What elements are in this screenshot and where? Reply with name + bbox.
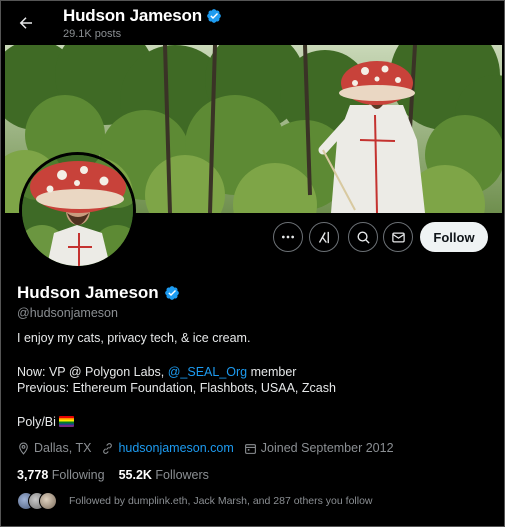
following-link[interactable]: 3,778 Following: [17, 468, 105, 482]
search-button[interactable]: [348, 222, 378, 252]
seal-org-mention-link[interactable]: @_SEAL_Org: [168, 365, 247, 379]
more-button[interactable]: [273, 222, 303, 252]
profile-page: Hudson Jameson 29.1K posts Follow Hudson…: [0, 0, 505, 527]
rainbow-flag-icon: [58, 416, 74, 427]
follow-stats: 3,778 Following 55.2K Followers: [17, 468, 209, 482]
search-icon: [357, 231, 370, 244]
location-text: Dallas, TX: [34, 441, 92, 455]
followed-by-text: Followed by dumplink.eth, Jack Marsh, an…: [69, 495, 373, 507]
message-button[interactable]: [383, 222, 413, 252]
follow-button[interactable]: Follow: [420, 222, 488, 252]
bio-line: Previous: Ethereum Foundation, Flashbots…: [17, 381, 336, 395]
back-button[interactable]: [13, 10, 39, 36]
back-arrow-icon: [19, 17, 32, 29]
avatar[interactable]: [19, 152, 136, 269]
website-link[interactable]: hudsonjameson.com: [118, 441, 233, 455]
more-icon: [282, 235, 294, 239]
join-date: Joined September 2012: [244, 441, 394, 455]
profile-display-name: Hudson Jameson: [17, 283, 159, 302]
header-display-name: Hudson Jameson: [63, 6, 202, 25]
verified-badge-icon[interactable]: [164, 285, 180, 301]
following-label: Following: [51, 468, 105, 482]
verified-badge-icon: [207, 9, 221, 23]
location-icon: [19, 442, 28, 455]
profile-name: Hudson Jameson: [17, 283, 180, 303]
header-title: Hudson Jameson: [63, 6, 222, 26]
profile-handle: @hudsonjameson: [17, 306, 118, 320]
top-bar: Hudson Jameson 29.1K posts: [1, 1, 504, 45]
grok-button[interactable]: [309, 222, 339, 252]
grok-icon: [318, 231, 329, 243]
follower-avatars: [17, 492, 57, 510]
followers-link[interactable]: 55.2K Followers: [119, 468, 209, 482]
followers-label: Followers: [155, 468, 209, 482]
website: hudsonjameson.com: [101, 441, 234, 455]
bio-text: member: [247, 365, 297, 379]
bio-text: Poly/Bi: [17, 415, 56, 429]
bio-text: Now: VP @ Polygon Labs,: [17, 365, 168, 379]
followers-count: 55.2K: [118, 468, 152, 482]
bio-line: Now: VP @ Polygon Labs, @_SEAL_Org membe…: [17, 365, 296, 379]
bio-line: I enjoy my cats, privacy tech, & ice cre…: [17, 331, 251, 345]
followed-by[interactable]: Followed by dumplink.eth, Jack Marsh, an…: [17, 492, 373, 510]
avatar: [39, 492, 57, 510]
calendar-icon: [244, 443, 256, 454]
location: Dallas, TX: [17, 441, 91, 455]
post-count: 29.1K posts: [63, 28, 122, 40]
bio-line: Poly/Bi: [17, 415, 74, 429]
link-icon: [103, 442, 113, 454]
message-icon: [391, 232, 405, 242]
join-date-text: Joined September 2012: [260, 441, 394, 455]
profile-meta: Dallas, TX hudsonjameson.com Joined Sept…: [17, 441, 404, 455]
following-count: 3,778: [17, 468, 49, 482]
